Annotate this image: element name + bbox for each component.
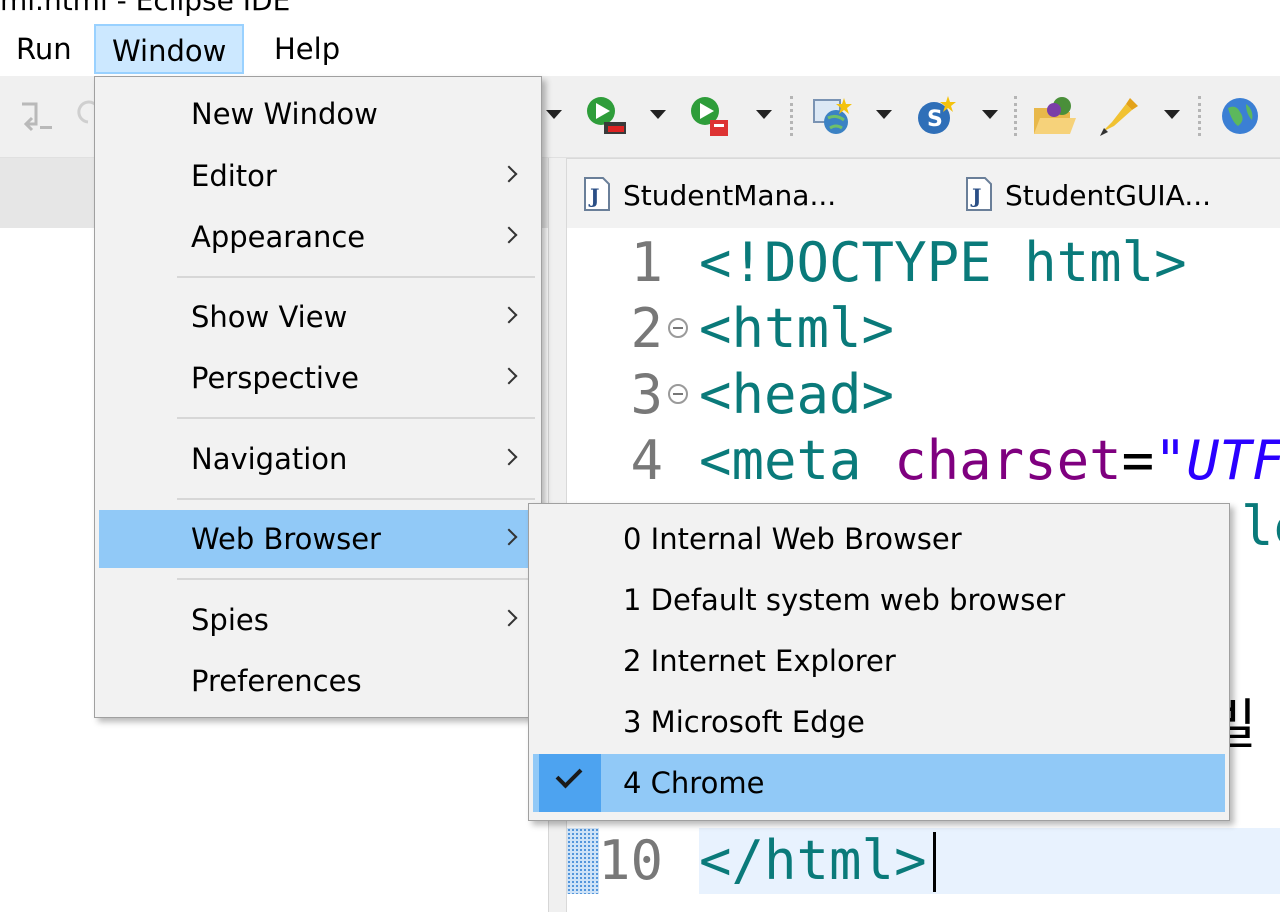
tab-student-gui[interactable]: J StudentGUIA... [965,171,1211,221]
java-file-icon: J [584,177,610,211]
code-line: <meta charset="UTF [699,428,1280,494]
chevron-right-icon [500,165,518,183]
chevron-down-icon[interactable] [1164,110,1180,119]
browser-option-default[interactable]: 1 Default system web browser [533,571,1225,629]
menu-item-web-browser[interactable]: Web Browser [99,510,537,568]
chevron-down-icon[interactable] [650,110,666,119]
chevron-down-icon[interactable] [546,110,562,119]
tab-label: StudentMana... [623,179,837,212]
chevron-right-icon [500,609,518,627]
browser-option-edge[interactable]: 3 Microsoft Edge [533,693,1225,751]
code-attr: charset [894,429,1122,492]
new-servlet-icon[interactable]: S [914,94,958,138]
globe-icon[interactable] [1218,94,1262,138]
menu-item-preferences[interactable]: Preferences [99,652,537,710]
checkmark-icon [555,761,583,789]
chevron-down-icon[interactable] [982,110,998,119]
menu-item-appearance[interactable]: Appearance [99,208,537,266]
code-string: "UTF [1154,429,1280,492]
menu-window[interactable]: Window [94,24,245,74]
menu-item-label: Appearance [191,220,366,254]
step-return-icon[interactable] [14,94,58,138]
chevron-right-icon [500,367,518,385]
window-title: ml.html - Eclipse IDE [0,0,291,17]
chevron-right-icon [500,226,518,244]
browser-option-label: 2 Internet Explorer [623,644,896,678]
new-web-project-icon[interactable] [810,94,854,138]
browser-option-chrome[interactable]: 4 Chrome [533,754,1225,812]
toolbar-separator [1198,96,1201,136]
browser-option-label: 3 Microsoft Edge [623,705,865,739]
menu-separator [177,498,535,500]
svg-text:J: J [588,184,599,208]
tab-label: StudentGUIA... [1005,179,1212,212]
fold-collapse-icon[interactable] [668,384,688,404]
menu-run[interactable]: Run [0,24,88,74]
code-line: <html> [699,297,895,360]
browser-option-label: 1 Default system web browser [623,583,1066,617]
toolbar-separator [790,96,793,136]
check-indicator [539,754,601,812]
code-eq: = [1121,429,1155,492]
browser-option-ie[interactable]: 2 Internet Explorer [533,632,1225,690]
menu-help[interactable]: Help [258,24,356,74]
menu-item-editor[interactable]: Editor [99,147,537,205]
code-line: <!DOCTYPE html> [699,231,1187,294]
run-external-icon[interactable] [688,94,732,138]
menu-item-show-view[interactable]: Show View [99,288,537,346]
menu-item-new-window[interactable]: New Window [99,85,537,143]
line-number: 10 [597,829,663,892]
menu-item-label: New Window [191,97,378,131]
menu-item-label: Spies [191,603,269,637]
browser-option-label: 0 Internal Web Browser [623,522,962,556]
menu-item-label: Web Browser [191,522,381,556]
fold-collapse-icon[interactable] [668,318,688,338]
code-fragment: le [1241,495,1280,558]
chevron-down-icon[interactable] [756,110,772,119]
menu-bar: Run Window Help [0,20,1280,76]
java-file-icon: J [966,177,992,211]
toolbar-separator [1014,96,1017,136]
web-browser-submenu: 0 Internal Web Browser 1 Default system … [528,503,1230,821]
menu-item-spies[interactable]: Spies [99,591,537,649]
chevron-down-icon[interactable] [876,110,892,119]
editor-tab-bar: J StudentMana... J StudentGUIA... [566,158,1280,228]
code-line: </html> [699,829,927,892]
svg-text:J: J [970,184,981,208]
menu-separator [177,417,535,419]
svg-text:S: S [927,107,943,132]
open-folder-icon[interactable] [1032,94,1076,138]
menu-separator [177,276,535,278]
browser-option-label: 4 Chrome [623,766,765,800]
menu-item-label: Perspective [191,361,359,395]
run-icon[interactable] [584,94,628,138]
tab-student-manager[interactable]: J StudentMana... [583,171,836,221]
menu-item-perspective[interactable]: Perspective [99,349,537,407]
menu-separator [177,578,535,580]
menu-item-label: Preferences [191,664,362,698]
code-tag: <meta [699,429,862,492]
browser-option-internal[interactable]: 0 Internal Web Browser [533,510,1225,568]
line-number: 1 [630,231,663,294]
menu-item-navigation[interactable]: Navigation [99,430,537,488]
pen-tool-icon[interactable] [1096,94,1140,138]
menu-item-label: Show View [191,300,348,334]
chevron-right-icon [500,528,518,546]
menu-item-label: Editor [191,159,277,193]
text-caret [933,832,936,892]
chevron-right-icon [500,306,518,324]
line-number: 4 [630,429,663,492]
code-line: <head> [699,363,895,426]
window-menu: New Window Editor Appearance Show View P… [94,76,542,718]
window-title-bar: ml.html - Eclipse IDE [0,0,1280,20]
menu-item-label: Navigation [191,442,348,476]
chevron-right-icon [500,448,518,466]
